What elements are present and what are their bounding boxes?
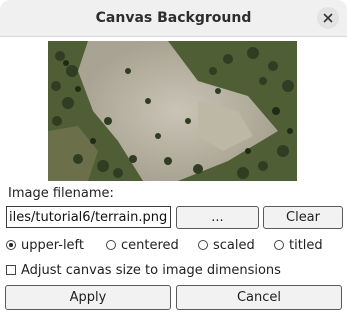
background-image-preview [48,41,297,181]
radio-titled[interactable]: titled [274,236,323,254]
radio-indicator [198,240,208,250]
cancel-button[interactable]: Cancel [176,285,342,310]
checkbox-indicator [6,265,16,275]
clear-button[interactable]: Clear [263,206,343,229]
checkbox-label: Adjust canvas size to image dimensions [21,262,281,278]
radio-indicator [6,240,16,250]
adjust-size-checkbox[interactable]: Adjust canvas size to image dimensions [6,261,281,279]
browse-button[interactable]: ... [176,206,259,229]
radio-label: upper-left [21,237,85,253]
image-filename-label: Image filename: [8,186,114,201]
radio-indicator [106,240,116,250]
close-button[interactable] [317,7,339,29]
radio-indicator [274,240,284,250]
radio-label: centered [121,237,179,253]
canvas-background-dialog: Canvas Background Image filename: iles/t… [0,0,347,315]
radio-scaled[interactable]: scaled [198,236,255,254]
radio-upper-left[interactable]: upper-left [6,236,84,254]
radio-label: scaled [213,237,255,253]
position-radio-group: upper-left centered scaled titled [6,236,344,254]
image-filename-input[interactable] [6,206,171,228]
dialog-title: Canvas Background [95,10,252,26]
radio-label: titled [289,237,323,253]
apply-button[interactable]: Apply [5,285,171,310]
title-bar: Canvas Background [0,0,347,37]
close-icon [323,13,333,23]
radio-centered[interactable]: centered [106,236,179,254]
